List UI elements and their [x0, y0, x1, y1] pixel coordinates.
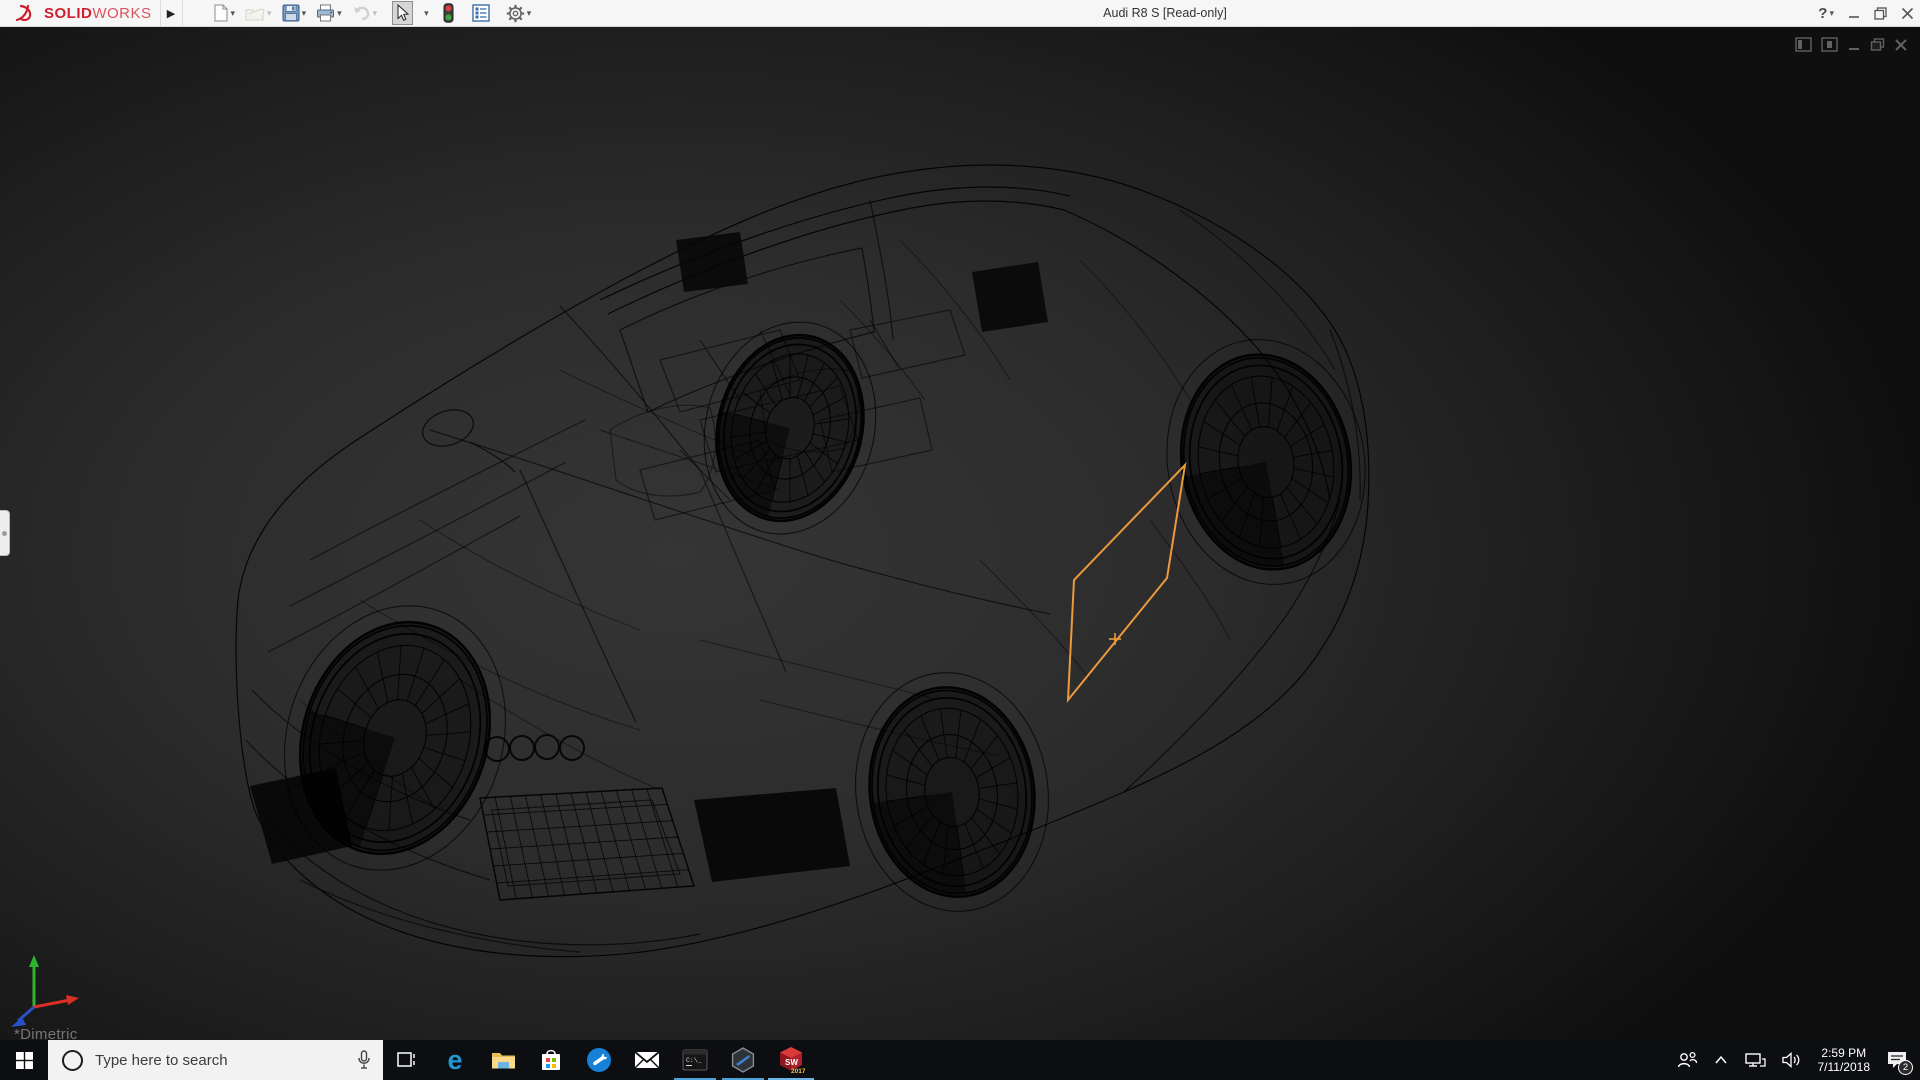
chevron-down-icon: ▾ [424, 7, 429, 18]
svg-text:e: e [447, 1046, 462, 1074]
cortana-icon[interactable] [62, 1049, 83, 1071]
window-title: Audi R8 S [Read-only] [1103, 6, 1227, 20]
help-button[interactable]: ? ▾ [1818, 5, 1834, 22]
file-explorer-button[interactable] [479, 1040, 527, 1080]
hexagon-app-icon [731, 1047, 755, 1073]
new-document-button[interactable]: ▾ [209, 1, 239, 25]
file-properties-button[interactable] [469, 1, 493, 25]
chevron-down-icon: ▾ [267, 7, 272, 18]
network-icon [1744, 1053, 1766, 1067]
orientation-triad [11, 955, 79, 1027]
sketch-origin-marker [1109, 633, 1121, 645]
print-button[interactable]: ▾ [313, 1, 345, 25]
view-orientation-label: *Dimetric [14, 1026, 78, 1040]
ds-swoosh-icon [15, 4, 32, 22]
solidworks-2017-button[interactable]: SW 2017 [767, 1040, 815, 1080]
solidworks-logo: SOLID WORKS [0, 0, 161, 27]
undo-button[interactable]: ▾ [349, 1, 381, 25]
command-prompt-button[interactable]: C:\_ [671, 1040, 719, 1080]
command-prompt-icon: C:\_ [682, 1049, 708, 1071]
options-button[interactable]: ▾ [503, 1, 535, 25]
volume-button[interactable] [1774, 1040, 1810, 1080]
clock-time: 2:59 PM [1821, 1046, 1867, 1060]
select-tool-dropdown[interactable]: ▾ [417, 1, 434, 25]
svg-text:C:\_: C:\_ [686, 1057, 702, 1064]
window-controls: ? ▾ [1818, 0, 1914, 27]
right-intake-shadow [694, 788, 850, 882]
action-center-button[interactable]: 2 [1878, 1040, 1920, 1080]
menu-flyout-arrow[interactable]: ▶ [161, 0, 183, 27]
rebuild-traffic-light-icon [443, 3, 454, 23]
save-button[interactable]: ▾ [279, 1, 310, 25]
hexagon-app-button[interactable] [719, 1040, 767, 1080]
save-floppy-icon [282, 4, 300, 22]
graphics-viewport[interactable]: *Dimetric [0, 27, 1920, 1040]
edge-icon: e [447, 1046, 462, 1074]
selected-sketch-outline[interactable] [1066, 462, 1187, 704]
file-properties-icon [472, 4, 490, 22]
edge-button[interactable]: e [431, 1040, 479, 1080]
svg-text:SW: SW [785, 1058, 798, 1067]
support-wrench-icon [587, 1048, 611, 1072]
file-explorer-icon [491, 1052, 515, 1068]
chevron-down-icon[interactable]: ▾ [302, 8, 307, 19]
mail-icon [634, 1051, 660, 1069]
quick-toolbar: ▾ ▾ ▾ ▾ ▾ ▾ ▾ [209, 0, 539, 27]
undo-arrow-icon [353, 6, 369, 21]
support-wrench-button[interactable] [575, 1040, 623, 1080]
windows-taskbar: e C:\_ [0, 1040, 1920, 1080]
microphone-icon[interactable] [357, 1050, 371, 1070]
people-button[interactable] [1668, 1040, 1706, 1080]
people-icon [1677, 1051, 1697, 1068]
close-button[interactable] [1901, 7, 1914, 20]
car-wireframe-model[interactable] [0, 27, 1920, 1040]
system-tray: 2:59 PM 7/11/2018 2 [1668, 1040, 1920, 1080]
chevron-down-icon[interactable]: ▾ [1829, 8, 1834, 19]
brand-works: WORKS [92, 4, 152, 22]
taskbar-clock[interactable]: 2:59 PM 7/11/2018 [1810, 1046, 1879, 1074]
print-icon [317, 4, 335, 22]
chevron-up-icon [1714, 1055, 1727, 1064]
store-icon [542, 1049, 560, 1070]
svg-text:2017: 2017 [791, 1068, 805, 1074]
store-button[interactable] [527, 1040, 575, 1080]
brand-solid: SOLID [44, 4, 93, 22]
clock-date: 7/11/2018 [1817, 1060, 1871, 1074]
chevron-down-icon[interactable]: ▾ [337, 8, 342, 19]
task-view-icon [397, 1052, 415, 1067]
hidden-icons-button[interactable] [1706, 1040, 1736, 1080]
search-input[interactable] [95, 1051, 335, 1069]
options-gear-icon [506, 4, 524, 22]
start-button[interactable] [0, 1040, 48, 1080]
notification-badge: 2 [1898, 1060, 1913, 1075]
rebuild-button[interactable] [440, 1, 457, 25]
task-view-button[interactable] [383, 1040, 431, 1080]
chevron-down-icon[interactable]: ▾ [231, 8, 236, 19]
chevron-down-icon: ▾ [372, 7, 378, 18]
network-button[interactable] [1736, 1040, 1774, 1080]
solidworks-2017-icon: SW 2017 [780, 1047, 805, 1074]
volume-icon [1781, 1052, 1799, 1068]
title-bar: SOLID WORKS ▶ ▾ ▾ ▾ ▾ ▾ ▾ ▾ Audi R8 S [R… [0, 0, 1920, 27]
open-button[interactable]: ▾ [242, 1, 275, 25]
windows-logo-icon [15, 1051, 33, 1069]
open-folder-icon [245, 7, 265, 20]
mail-button[interactable] [623, 1040, 671, 1080]
help-question-icon: ? [1818, 5, 1828, 22]
taskbar-search[interactable] [48, 1040, 383, 1080]
select-tool-button[interactable] [392, 1, 414, 25]
new-document-icon [214, 4, 228, 22]
select-cursor-icon [397, 4, 410, 21]
minimize-button[interactable] [1848, 8, 1860, 20]
restore-button[interactable] [1874, 7, 1887, 20]
chevron-down-icon[interactable]: ▾ [527, 8, 532, 19]
